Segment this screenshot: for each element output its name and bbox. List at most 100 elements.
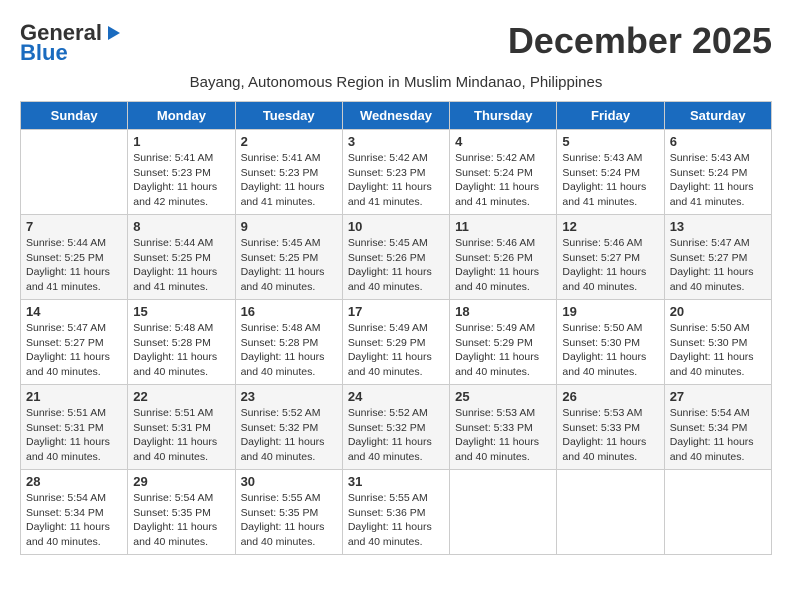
calendar-cell: 10 Sunrise: 5:45 AMSunset: 5:26 PMDayligh… <box>342 215 449 300</box>
day-info: Sunrise: 5:50 AMSunset: 5:30 PMDaylight:… <box>562 321 658 380</box>
calendar-cell: 24 Sunrise: 5:52 AMSunset: 5:32 PMDayligh… <box>342 385 449 470</box>
day-number: 13 <box>670 219 766 234</box>
logo-blue-text: Blue <box>20 40 68 66</box>
day-info: Sunrise: 5:52 AMSunset: 5:32 PMDaylight:… <box>348 406 444 465</box>
calendar-week-row: 21 Sunrise: 5:51 AMSunset: 5:31 PMDayligh… <box>21 385 772 470</box>
day-number: 16 <box>241 304 337 319</box>
day-info: Sunrise: 5:52 AMSunset: 5:32 PMDaylight:… <box>241 406 337 465</box>
calendar-week-row: 1 Sunrise: 5:41 AMSunset: 5:23 PMDaylight… <box>21 130 772 215</box>
calendar-cell: 5 Sunrise: 5:43 AMSunset: 5:24 PMDaylight… <box>557 130 664 215</box>
day-number: 21 <box>26 389 122 404</box>
day-number: 20 <box>670 304 766 319</box>
calendar-cell: 12Sunrise: 5:46 AMSunset: 5:27 PMDayligh… <box>557 215 664 300</box>
day-number: 30 <box>241 474 337 489</box>
day-info: Sunrise: 5:49 AMSunset: 5:29 PMDaylight:… <box>348 321 444 380</box>
day-info: Sunrise: 5:53 AMSunset: 5:33 PMDaylight:… <box>455 406 551 465</box>
day-info: Sunrise: 5:53 AMSunset: 5:33 PMDaylight:… <box>562 406 658 465</box>
col-saturday: Saturday <box>664 102 771 130</box>
calendar-cell: 19 Sunrise: 5:50 AMSunset: 5:30 PMDayligh… <box>557 300 664 385</box>
day-info: Sunrise: 5:50 AMSunset: 5:30 PMDaylight:… <box>670 321 766 380</box>
day-number: 14 <box>26 304 122 319</box>
calendar-cell: 13 Sunrise: 5:47 AMSunset: 5:27 PMDayligh… <box>664 215 771 300</box>
calendar-cell: 14Sunrise: 5:47 AMSunset: 5:27 PMDayligh… <box>21 300 128 385</box>
day-number: 11 <box>455 219 551 234</box>
calendar-cell: 21 Sunrise: 5:51 AMSunset: 5:31 PMDayligh… <box>21 385 128 470</box>
page-header: General General Blue December 2025 <box>20 20 772 66</box>
day-number: 25 <box>455 389 551 404</box>
calendar-cell: 27 Sunrise: 5:54 AMSunset: 5:34 PMDayligh… <box>664 385 771 470</box>
calendar-cell: 9 Sunrise: 5:45 AMSunset: 5:25 PMDaylight… <box>235 215 342 300</box>
day-info: Sunrise: 5:49 AMSunset: 5:29 PMDaylight:… <box>455 321 551 380</box>
day-info: Sunrise: 5:54 AMSunset: 5:34 PMDaylight:… <box>670 406 766 465</box>
calendar-cell: 6 Sunrise: 5:43 AMSunset: 5:24 PMDaylight… <box>664 130 771 215</box>
calendar-cell: 29Sunrise: 5:54 AMSunset: 5:35 PMDayligh… <box>128 470 235 555</box>
day-info: Sunrise: 5:44 AMSunset: 5:25 PMDaylight:… <box>133 236 229 295</box>
day-number: 4 <box>455 134 551 149</box>
calendar-cell: 20 Sunrise: 5:50 AMSunset: 5:30 PMDayligh… <box>664 300 771 385</box>
calendar-cell: 30Sunrise: 5:55 AMSunset: 5:35 PMDayligh… <box>235 470 342 555</box>
col-monday: Monday <box>128 102 235 130</box>
calendar-cell: 11 Sunrise: 5:46 AMSunset: 5:26 PMDayligh… <box>450 215 557 300</box>
day-number: 10 <box>348 219 444 234</box>
calendar-cell <box>557 470 664 555</box>
calendar-cell <box>664 470 771 555</box>
col-sunday: Sunday <box>21 102 128 130</box>
day-number: 1 <box>133 134 229 149</box>
day-number: 17 <box>348 304 444 319</box>
col-wednesday: Wednesday <box>342 102 449 130</box>
calendar-cell: 7Sunrise: 5:44 AMSunset: 5:25 PMDaylight… <box>21 215 128 300</box>
day-info: Sunrise: 5:43 AMSunset: 5:24 PMDaylight:… <box>562 151 658 210</box>
col-tuesday: Tuesday <box>235 102 342 130</box>
calendar-cell <box>21 130 128 215</box>
day-info: Sunrise: 5:41 AMSunset: 5:23 PMDaylight:… <box>241 151 337 210</box>
calendar-cell <box>450 470 557 555</box>
subtitle: Bayang, Autonomous Region in Muslim Mind… <box>20 74 772 91</box>
calendar-table: Sunday Monday Tuesday Wednesday Thursday… <box>20 101 772 555</box>
calendar-week-row: 14Sunrise: 5:47 AMSunset: 5:27 PMDayligh… <box>21 300 772 385</box>
month-title: December 2025 <box>508 20 772 62</box>
calendar-cell: 26 Sunrise: 5:53 AMSunset: 5:33 PMDayligh… <box>557 385 664 470</box>
calendar-cell: 1 Sunrise: 5:41 AMSunset: 5:23 PMDaylight… <box>128 130 235 215</box>
day-info: Sunrise: 5:54 AMSunset: 5:34 PMDaylight:… <box>26 491 122 550</box>
day-info: Sunrise: 5:48 AMSunset: 5:28 PMDaylight:… <box>133 321 229 380</box>
day-number: 6 <box>670 134 766 149</box>
logo-arrow-icon <box>102 22 124 44</box>
calendar-cell: 17 Sunrise: 5:49 AMSunset: 5:29 PMDayligh… <box>342 300 449 385</box>
day-number: 5 <box>562 134 658 149</box>
day-number: 19 <box>562 304 658 319</box>
day-number: 18 <box>455 304 551 319</box>
day-number: 9 <box>241 219 337 234</box>
calendar-header-row: Sunday Monday Tuesday Wednesday Thursday… <box>21 102 772 130</box>
day-number: 22 <box>133 389 229 404</box>
day-info: Sunrise: 5:51 AMSunset: 5:31 PMDaylight:… <box>133 406 229 465</box>
day-info: Sunrise: 5:45 AMSunset: 5:25 PMDaylight:… <box>241 236 337 295</box>
col-thursday: Thursday <box>450 102 557 130</box>
calendar-cell: 28 Sunrise: 5:54 AMSunset: 5:34 PMDayligh… <box>21 470 128 555</box>
day-info: Sunrise: 5:54 AMSunset: 5:35 PMDaylight:… <box>133 491 229 550</box>
day-info: Sunrise: 5:51 AMSunset: 5:31 PMDaylight:… <box>26 406 122 465</box>
day-info: Sunrise: 5:41 AMSunset: 5:23 PMDaylight:… <box>133 151 229 210</box>
day-number: 28 <box>26 474 122 489</box>
day-number: 26 <box>562 389 658 404</box>
day-info: Sunrise: 5:55 AMSunset: 5:36 PMDaylight:… <box>348 491 444 550</box>
calendar-week-row: 7Sunrise: 5:44 AMSunset: 5:25 PMDaylight… <box>21 215 772 300</box>
day-number: 8 <box>133 219 229 234</box>
calendar-week-row: 28 Sunrise: 5:54 AMSunset: 5:34 PMDayligh… <box>21 470 772 555</box>
day-info: Sunrise: 5:47 AMSunset: 5:27 PMDaylight:… <box>670 236 766 295</box>
day-info: Sunrise: 5:46 AMSunset: 5:26 PMDaylight:… <box>455 236 551 295</box>
day-number: 31 <box>348 474 444 489</box>
day-info: Sunrise: 5:42 AMSunset: 5:23 PMDaylight:… <box>348 151 444 210</box>
day-number: 2 <box>241 134 337 149</box>
day-number: 3 <box>348 134 444 149</box>
day-info: Sunrise: 5:42 AMSunset: 5:24 PMDaylight:… <box>455 151 551 210</box>
calendar-cell: 25 Sunrise: 5:53 AMSunset: 5:33 PMDayligh… <box>450 385 557 470</box>
calendar-cell: 3 Sunrise: 5:42 AMSunset: 5:23 PMDaylight… <box>342 130 449 215</box>
day-info: Sunrise: 5:43 AMSunset: 5:24 PMDaylight:… <box>670 151 766 210</box>
calendar-cell: 2 Sunrise: 5:41 AMSunset: 5:23 PMDaylight… <box>235 130 342 215</box>
calendar-cell: 22 Sunrise: 5:51 AMSunset: 5:31 PMDayligh… <box>128 385 235 470</box>
day-number: 27 <box>670 389 766 404</box>
calendar-cell: 31 Sunrise: 5:55 AMSunset: 5:36 PMDayligh… <box>342 470 449 555</box>
day-number: 24 <box>348 389 444 404</box>
day-info: Sunrise: 5:44 AMSunset: 5:25 PMDaylight:… <box>26 236 122 295</box>
day-info: Sunrise: 5:45 AMSunset: 5:26 PMDaylight:… <box>348 236 444 295</box>
